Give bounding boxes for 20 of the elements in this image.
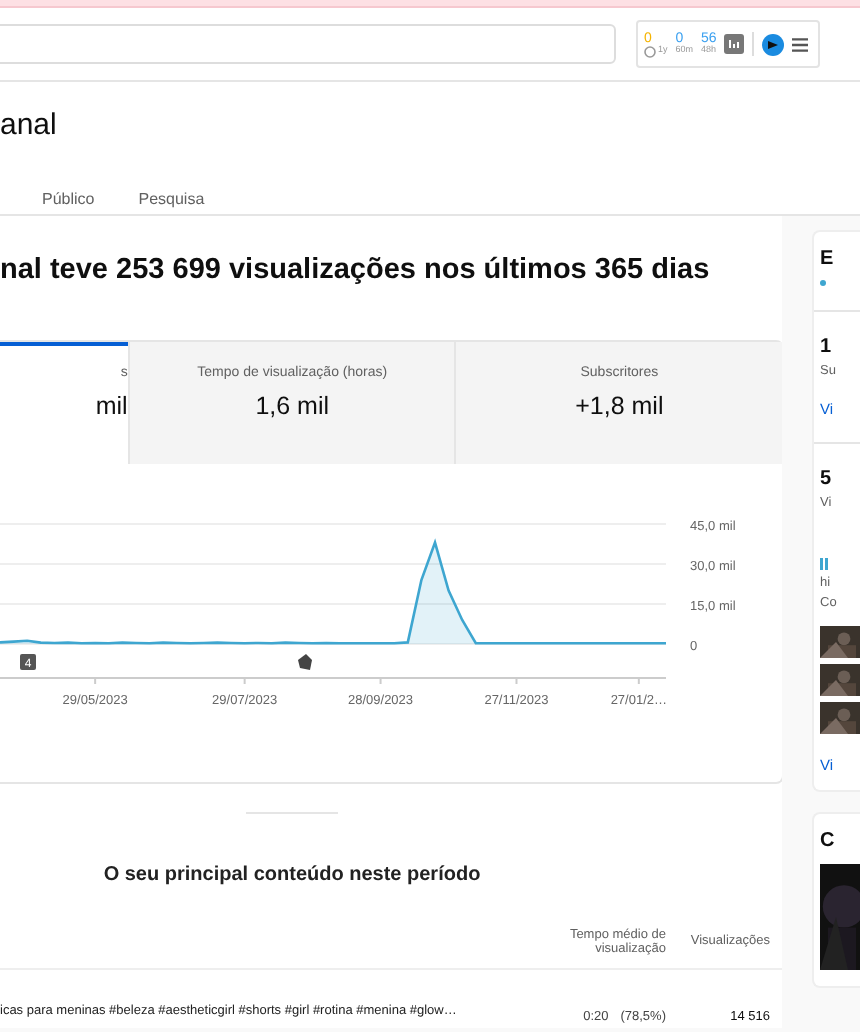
menu-icon[interactable] (792, 37, 809, 51)
metric-value: +1,8 mil (575, 392, 664, 420)
tab[interactable]: Pesquisa (138, 190, 205, 214)
card-title: E (820, 248, 836, 270)
chart-icon[interactable] (724, 34, 745, 54)
tab[interactable]: Público (42, 190, 95, 214)
clock-icon (644, 45, 656, 57)
stat-value: 1 (820, 336, 834, 358)
status-dot (820, 280, 826, 286)
page-title: anal (0, 106, 59, 146)
bars-icon (820, 558, 828, 570)
headline: nal teve 253 699 visualizações nos últimos 365 dias (0, 252, 712, 290)
metric-value: mil (95, 392, 128, 420)
stat-value: 5 (820, 468, 834, 490)
card-title: C (820, 830, 837, 852)
section-title: O seu principal conteúdo neste período (103, 864, 481, 886)
play-icon[interactable] (762, 33, 785, 55)
search-field[interactable] (0, 24, 616, 64)
metric-value: 1,6 mil (255, 392, 330, 420)
marker-icon[interactable] (298, 654, 312, 670)
